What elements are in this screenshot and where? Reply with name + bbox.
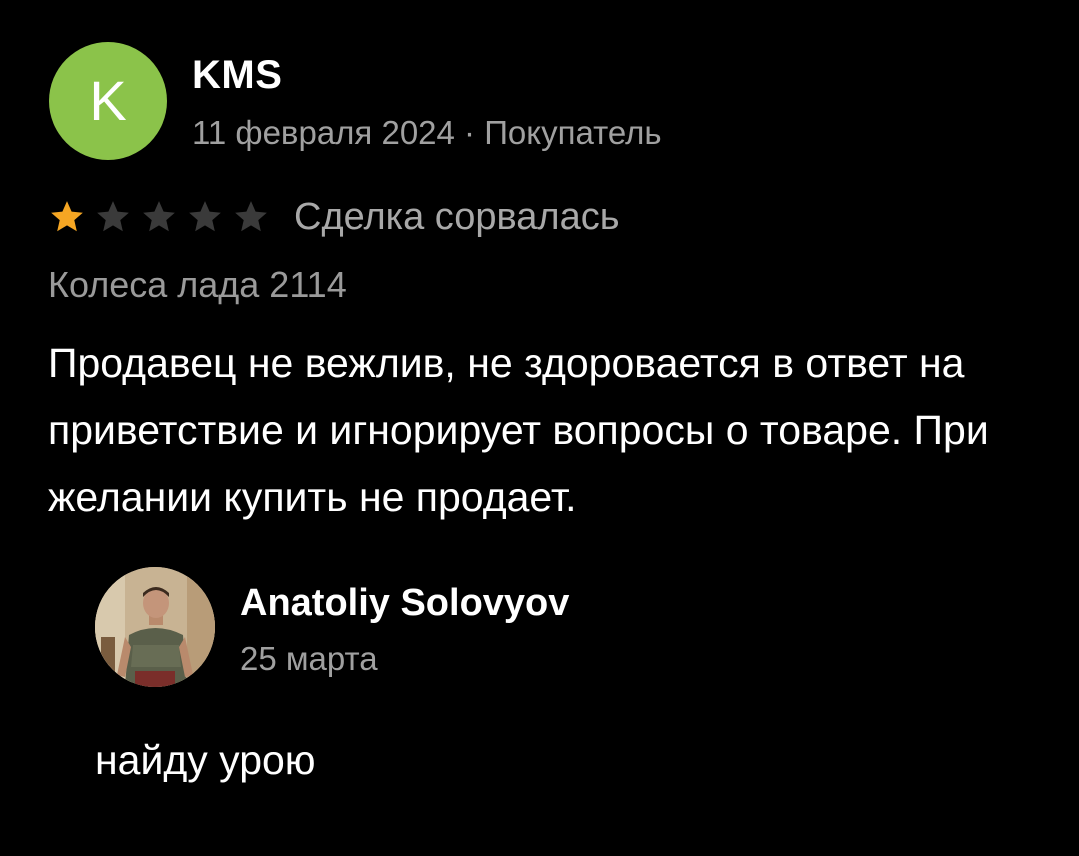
rating-row: Сделка сорвалась [48, 192, 620, 242]
star-empty-icon [186, 198, 224, 236]
review-card: K KMS 11 февраля 2024 · Покупатель Сделк… [0, 0, 1079, 856]
star-filled-icon [48, 198, 86, 236]
reviewer-avatar[interactable]: K [49, 42, 167, 160]
product-name[interactable]: Колеса лада 2114 [48, 262, 347, 308]
star-empty-icon [140, 198, 178, 236]
reply-avatar[interactable] [95, 567, 215, 687]
reply-text: найду урою [95, 737, 316, 783]
avatar-letter: K [89, 69, 127, 132]
reviewer-name[interactable]: KMS [192, 52, 282, 98]
reply-author-name[interactable]: Anatoliy Solovyov [240, 580, 569, 626]
reply-date: 25 марта [240, 640, 378, 677]
deal-status: Сделка сорвалась [294, 196, 620, 238]
star-empty-icon [94, 198, 132, 236]
user-photo-icon [95, 567, 215, 687]
star-empty-icon [232, 198, 270, 236]
review-text: Продавец не вежлив, не здоровается в отв… [48, 340, 989, 520]
star-rating [48, 198, 278, 236]
review-meta: 11 февраля 2024 · Покупатель [192, 114, 662, 151]
